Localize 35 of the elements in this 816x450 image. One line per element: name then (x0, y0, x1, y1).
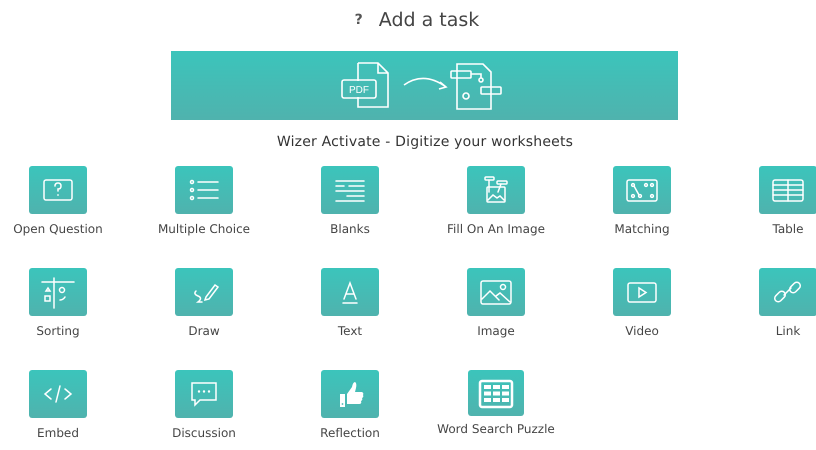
task-label: Multiple Choice (158, 222, 250, 236)
task-tile[interactable] (321, 370, 379, 418)
task-label: Draw (188, 324, 220, 338)
task-tile[interactable] (29, 370, 87, 418)
task-label: Image (477, 324, 515, 338)
task-label: Text (338, 324, 362, 338)
task-label: Blanks (330, 222, 370, 236)
task-tile[interactable] (467, 166, 525, 214)
task-label: Open Question (13, 222, 103, 236)
task-label: Word Search Puzzle (437, 422, 555, 436)
help-icon[interactable]: ? (354, 12, 363, 28)
task-label: Sorting (36, 324, 80, 338)
task-tile[interactable] (29, 166, 87, 214)
task-label: Video (625, 324, 659, 338)
task-label: Table (772, 222, 804, 236)
task-tile[interactable] (29, 268, 87, 316)
task-tile[interactable] (759, 268, 816, 316)
task-label: Embed (37, 426, 79, 440)
task-label: Fill On An Image (447, 222, 545, 236)
task-label: Link (776, 324, 800, 338)
task-tile[interactable] (175, 370, 233, 418)
task-tile[interactable] (613, 166, 671, 214)
task-tile[interactable] (175, 268, 233, 316)
task-tile[interactable] (175, 166, 233, 214)
task-tile[interactable] (613, 268, 671, 316)
page-title: Add a task (378, 9, 480, 31)
task-label: Reflection (320, 426, 380, 440)
task-tile[interactable] (467, 268, 525, 316)
task-tile[interactable] (759, 166, 816, 214)
task-tile[interactable] (468, 370, 524, 416)
task-tile[interactable] (321, 268, 379, 316)
task-tile[interactable] (321, 166, 379, 214)
task-label: Matching (614, 222, 670, 236)
banner-caption: Wizer Activate - Digitize your worksheets (276, 134, 574, 150)
task-label: Discussion (172, 426, 236, 440)
